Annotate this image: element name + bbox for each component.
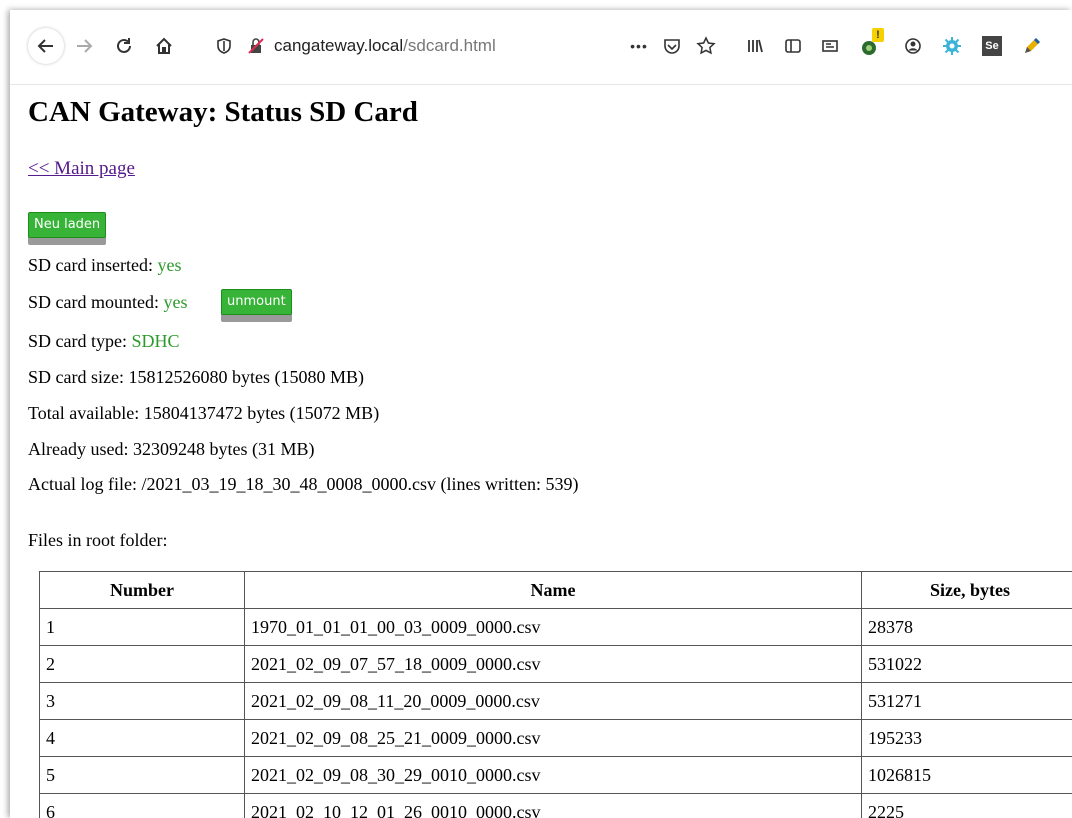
- url-path: /sdcard.html: [403, 36, 496, 55]
- cell-size: 2225: [861, 793, 1072, 818]
- cell-number: 3: [39, 682, 245, 720]
- cell-size: 531022: [861, 645, 1072, 683]
- files-root-label: Files in root folder:: [28, 530, 168, 550]
- cell-name: 2021_02_09_08_25_21_0009_0000.csv: [244, 719, 862, 757]
- sd-mounted-value: yes: [163, 292, 188, 312]
- browser-window: cangateway.local/sdcard.html ••• ! Se CA…: [10, 10, 1072, 818]
- cell-size: 531271: [861, 682, 1072, 720]
- cell-number: 6: [39, 793, 245, 818]
- already-used-text: Already used: 32309248 bytes (31 MB): [28, 439, 315, 459]
- table-row: 6 2021_02_10_12_01_26_0010_0000.csv 2225: [39, 793, 1072, 818]
- sd-type-label: SD card type:: [28, 331, 132, 351]
- page-title: CAN Gateway: Status SD Card: [28, 96, 418, 128]
- cell-name: 2021_02_10_12_01_26_0010_0000.csv: [244, 793, 862, 818]
- cell-number: 5: [39, 756, 245, 794]
- table-row: 1 1970_01_01_01_00_03_0009_0000.csv 2837…: [39, 608, 1072, 646]
- cell-number: 2: [39, 645, 245, 683]
- reload-button[interactable]: Neu laden: [28, 212, 107, 238]
- table-row: 5 2021_02_09_08_30_29_0010_0000.csv 1026…: [39, 756, 1072, 794]
- reload-icon[interactable]: [110, 32, 138, 60]
- browser-toolbar: cangateway.local/sdcard.html ••• ! Se: [10, 10, 1072, 85]
- sd-mounted-line: SD card mounted: yes: [28, 292, 187, 313]
- url-bar[interactable]: cangateway.local/sdcard.html •••: [200, 30, 716, 62]
- sd-size-text: SD card size: 15812526080 bytes (15080 M…: [28, 367, 364, 387]
- cell-number: 4: [39, 719, 245, 757]
- page-content: CAN Gateway: Status SD Card << Main page…: [28, 84, 1072, 818]
- selenium-icon[interactable]: Se: [982, 36, 1002, 56]
- url-text[interactable]: cangateway.local/sdcard.html: [274, 36, 496, 56]
- sidebar-icon[interactable]: [783, 36, 803, 56]
- extension-alert-icon[interactable]: !: [860, 28, 884, 56]
- sd-mounted-label: SD card mounted:: [28, 292, 164, 312]
- extension-badge: !: [872, 28, 884, 42]
- total-available-text: Total available: 15804137472 bytes (1507…: [28, 403, 380, 423]
- shield-icon[interactable]: [210, 32, 238, 60]
- page-actions-icon[interactable]: •••: [625, 32, 653, 60]
- insecure-lock-icon[interactable]: [242, 32, 270, 60]
- cell-size: 195233: [861, 719, 1072, 757]
- settings-gear-icon[interactable]: [942, 36, 962, 56]
- table-header-row: Number Name Size, bytes: [39, 571, 1072, 609]
- account-icon[interactable]: [903, 36, 923, 56]
- pocket-icon[interactable]: [658, 32, 686, 60]
- sd-type-line: SD card type: SDHC: [28, 331, 180, 352]
- table-row: 3 2021_02_09_08_11_20_0009_0000.csv 5312…: [39, 682, 1072, 720]
- pencil-icon[interactable]: [1022, 36, 1042, 56]
- bookmark-star-icon[interactable]: [692, 32, 720, 60]
- cell-name: 2021_02_09_07_57_18_0009_0000.csv: [244, 645, 862, 683]
- actual-log-file-text: Actual log file: /2021_03_19_18_30_48_00…: [28, 474, 579, 494]
- cell-name: 1970_01_01_01_00_03_0009_0000.csv: [244, 608, 862, 646]
- url-host: cangateway.local: [274, 36, 404, 55]
- sd-inserted-line: SD card inserted: yes: [28, 255, 181, 276]
- sd-type-value: SDHC: [131, 331, 180, 351]
- table-row: 2 2021_02_09_07_57_18_0009_0000.csv 5310…: [39, 645, 1072, 683]
- reader-icon[interactable]: [820, 36, 840, 56]
- unmount-button[interactable]: unmount: [221, 289, 292, 315]
- library-icon[interactable]: [745, 36, 765, 56]
- files-table: Number Name Size, bytes 1 1970_01_01_01_…: [39, 571, 1072, 818]
- sd-inserted-label: SD card inserted:: [28, 255, 158, 275]
- header-number: Number: [39, 571, 245, 609]
- cell-name: 2021_02_09_08_30_29_0010_0000.csv: [244, 756, 862, 794]
- main-page-link[interactable]: << Main page: [28, 158, 135, 180]
- back-arrow-icon[interactable]: [28, 28, 64, 64]
- cell-size: 1026815: [861, 756, 1072, 794]
- cell-number: 1: [39, 608, 245, 646]
- forward-arrow-icon[interactable]: [70, 32, 98, 60]
- cell-name: 2021_02_09_08_11_20_0009_0000.csv: [244, 682, 862, 720]
- home-icon[interactable]: [150, 32, 178, 60]
- table-row: 4 2021_02_09_08_25_21_0009_0000.csv 1952…: [39, 719, 1072, 757]
- sd-inserted-value: yes: [157, 255, 182, 275]
- header-name: Name: [244, 571, 862, 609]
- header-size: Size, bytes: [861, 571, 1072, 609]
- cell-size: 28378: [861, 608, 1072, 646]
